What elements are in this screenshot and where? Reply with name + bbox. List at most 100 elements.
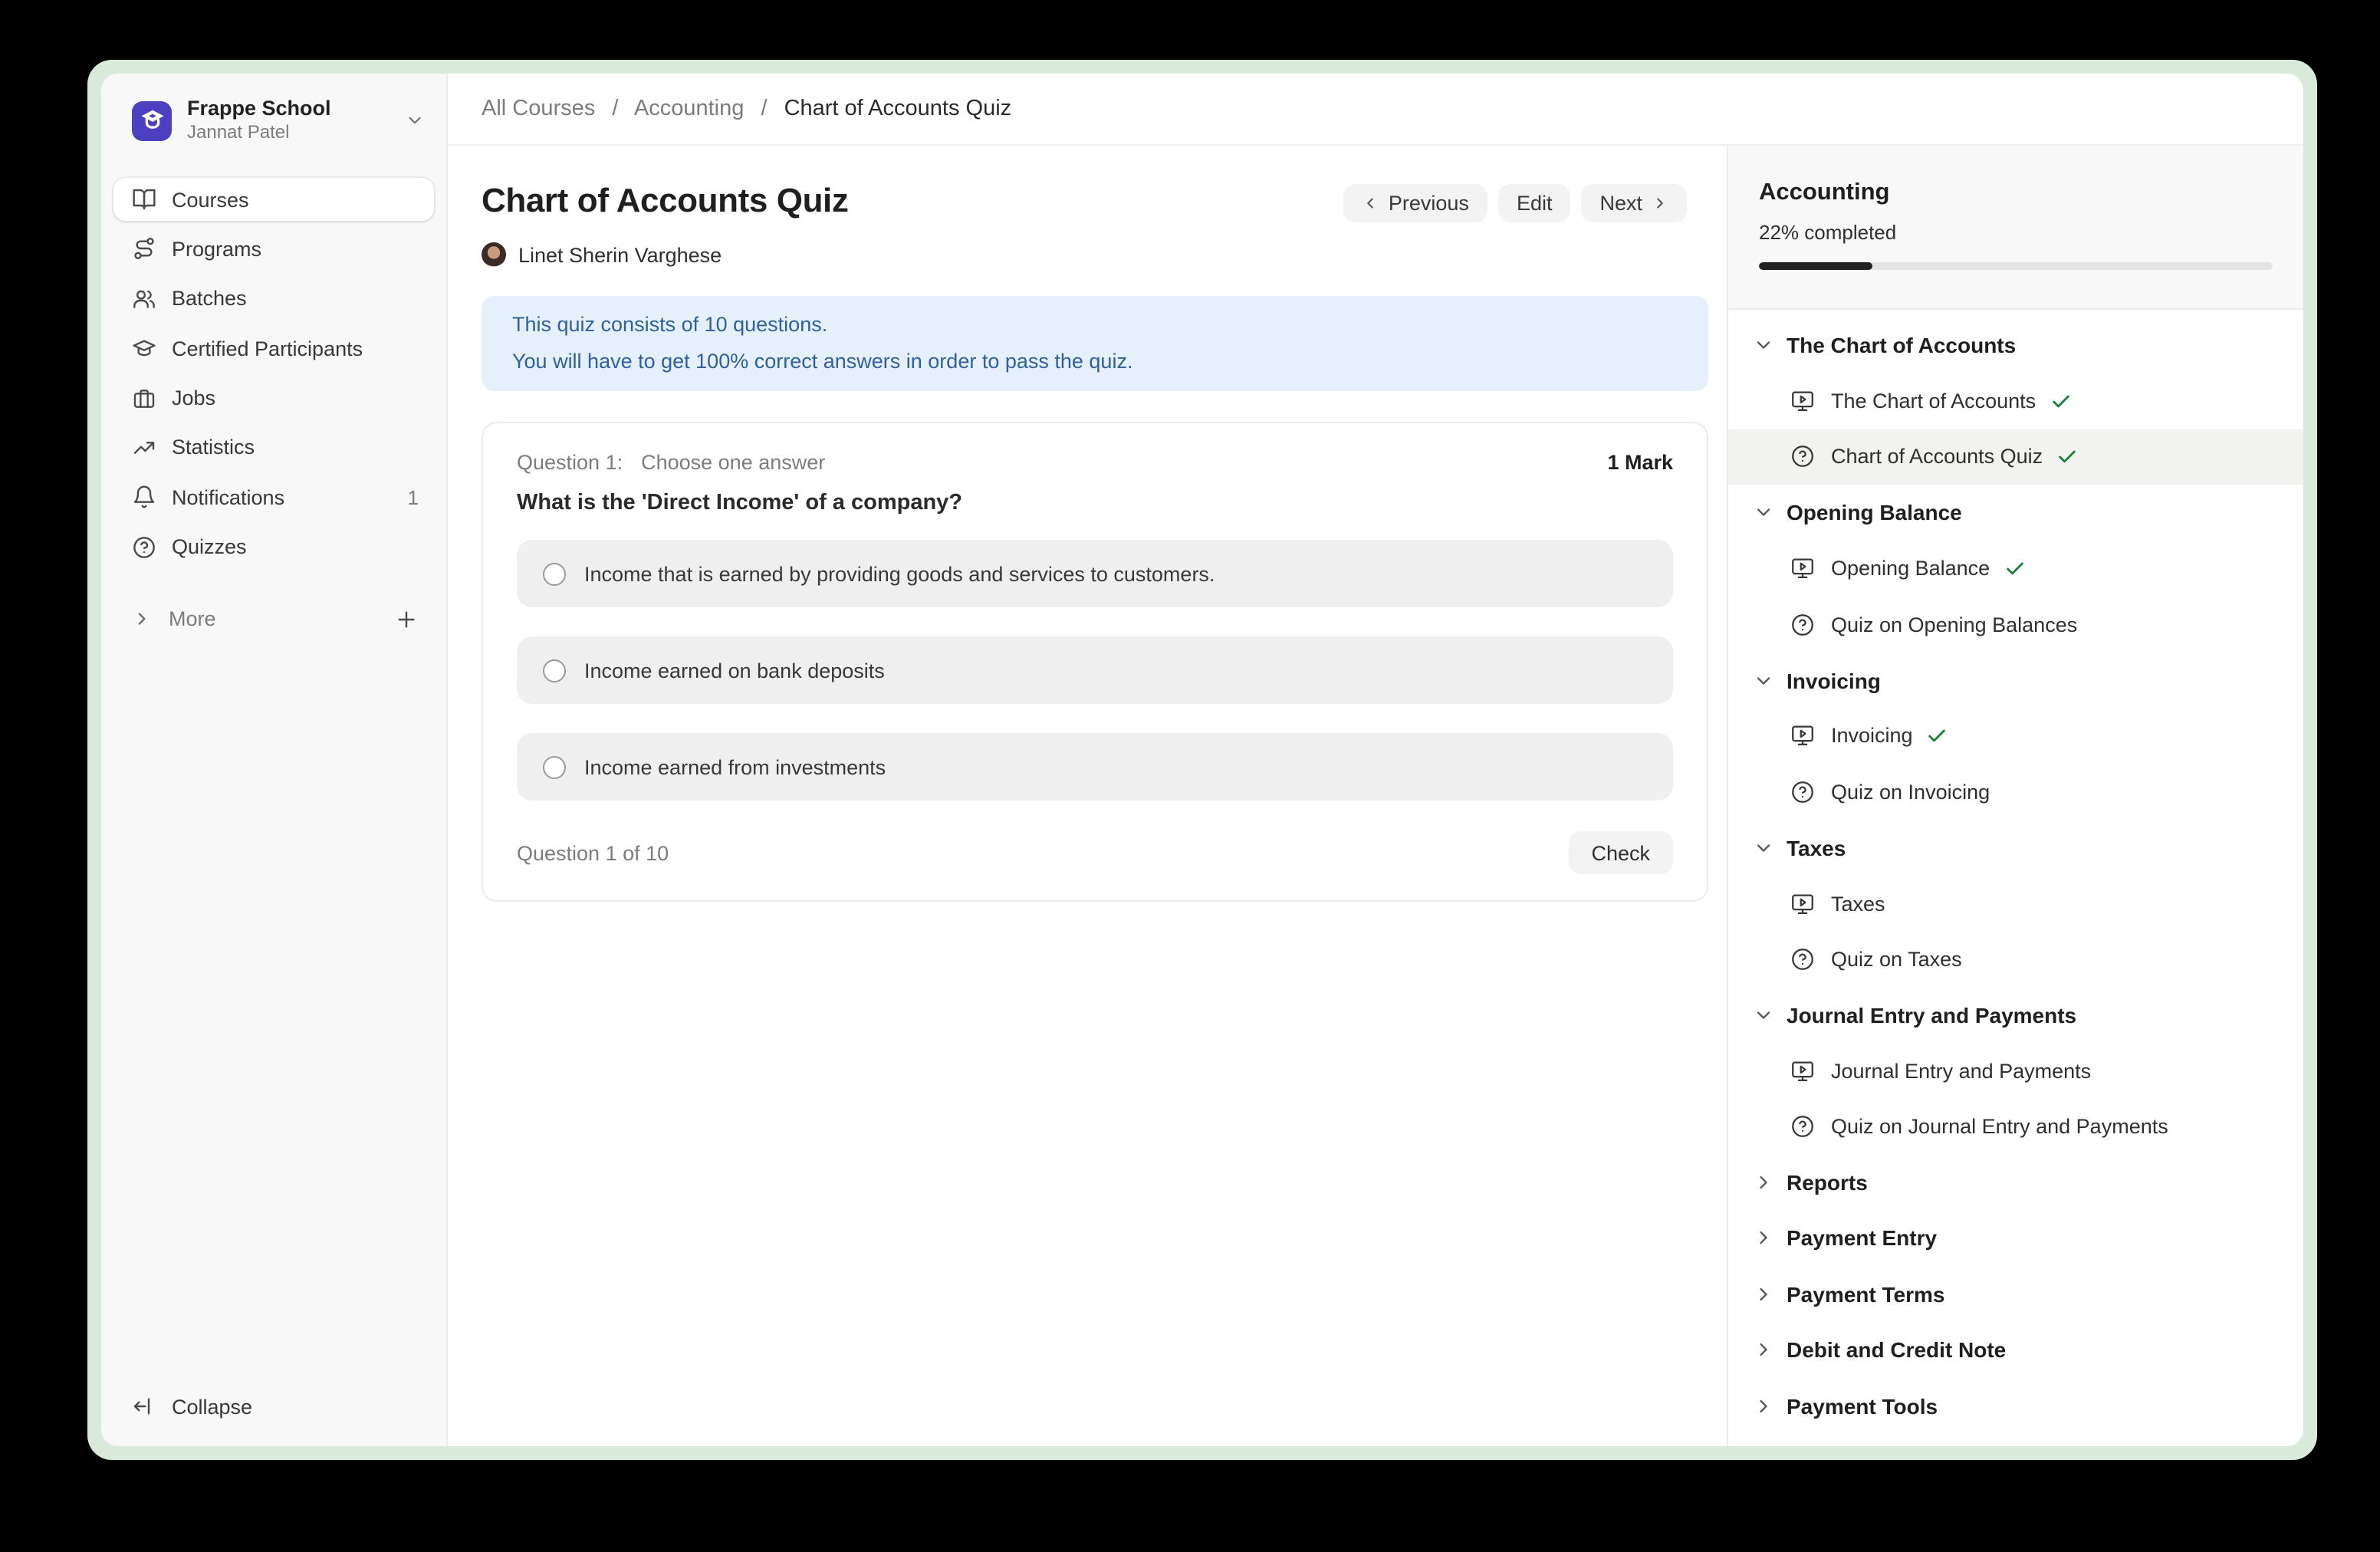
outline-item[interactable]: Opening Balance bbox=[1728, 485, 2303, 541]
check-button[interactable]: Check bbox=[1568, 831, 1673, 874]
outline-item[interactable]: Quiz on Taxes bbox=[1728, 932, 2303, 988]
bell-icon bbox=[132, 485, 156, 510]
app-window-frame: Frappe School Jannat Patel Courses Progr bbox=[87, 60, 2317, 1460]
answer-options: Income that is earned by providing goods… bbox=[517, 540, 1673, 801]
chevron-right-icon bbox=[1652, 195, 1668, 212]
quiz-question-icon bbox=[1790, 444, 1816, 470]
outline-item[interactable]: Payment Tools bbox=[1728, 1378, 2303, 1434]
chevron-down-icon bbox=[1753, 669, 1774, 691]
breadcrumb-accounting[interactable]: Accounting bbox=[634, 97, 745, 121]
chevron-right-icon bbox=[1753, 1339, 1774, 1360]
outline-item-label: Taxes bbox=[1831, 892, 1885, 915]
lesson-video-icon bbox=[1790, 556, 1816, 582]
progress-fill bbox=[1759, 262, 1872, 270]
outline-item-label: Invoicing bbox=[1831, 725, 1913, 748]
chevron-down-icon bbox=[1753, 334, 1774, 356]
answer-option-label: Income that is earned by providing goods… bbox=[584, 562, 1215, 585]
outline-item[interactable]: Payment Entry bbox=[1728, 1211, 2303, 1267]
book-open-icon bbox=[132, 187, 156, 212]
outline-item-label: Taxes bbox=[1787, 835, 1846, 860]
sidebar-collapse-label: Collapse bbox=[172, 1395, 252, 1418]
outline-item[interactable]: Opening Balance bbox=[1728, 541, 2303, 597]
sidebar-item-notifications[interactable]: Notifications 1 bbox=[113, 476, 434, 519]
outline-item[interactable]: Payment Terms bbox=[1728, 1266, 2303, 1322]
chevron-right-icon bbox=[1753, 1284, 1774, 1305]
breadcrumb-all-courses[interactable]: All Courses bbox=[482, 97, 595, 121]
chevron-right-icon bbox=[1753, 1228, 1774, 1249]
outline-item[interactable]: Quiz on Invoicing bbox=[1728, 764, 2303, 820]
outline-item-label: The Chart of Accounts bbox=[1787, 333, 2016, 357]
previous-button[interactable]: Previous bbox=[1344, 184, 1488, 222]
author-avatar bbox=[482, 242, 506, 267]
sidebar-item-courses[interactable]: Courses bbox=[113, 178, 434, 221]
outline-item[interactable]: Taxes bbox=[1728, 820, 2303, 876]
lesson-video-icon bbox=[1790, 723, 1816, 749]
outline-item-label: Opening Balance bbox=[1831, 557, 1990, 580]
sidebar-item-label: Batches bbox=[172, 288, 247, 311]
answer-option[interactable]: Income earned from investments bbox=[517, 733, 1673, 801]
main-content: Chart of Accounts Quiz Linet Sherin Varg… bbox=[448, 146, 1727, 1446]
brand-text: Frappe School Jannat Patel bbox=[187, 97, 405, 144]
outline-item[interactable]: The Chart of Accounts bbox=[1728, 373, 2303, 429]
left-sidebar: Frappe School Jannat Patel Courses Progr bbox=[101, 74, 448, 1446]
sidebar-more-label: More bbox=[169, 607, 216, 630]
sidebar-item-certified-participants[interactable]: Certified Participants bbox=[113, 327, 434, 370]
sidebar-collapse-button[interactable]: Collapse bbox=[113, 1385, 434, 1428]
add-icon[interactable] bbox=[394, 607, 419, 631]
outline-item[interactable]: Quiz on Opening Balances bbox=[1728, 597, 2303, 653]
question-instruction: Choose one answer bbox=[641, 451, 825, 474]
quiz-card-footer: Question 1 of 10 Check bbox=[517, 831, 1673, 874]
course-progress-bar bbox=[1759, 262, 2273, 270]
question-number-label: Question 1: bbox=[517, 451, 623, 474]
sidebar-item-jobs[interactable]: Jobs bbox=[113, 376, 434, 419]
outline-item[interactable]: Debit and Credit Note bbox=[1728, 1322, 2303, 1378]
outline-item[interactable]: Chart of Accounts Quiz bbox=[1728, 429, 2303, 485]
sidebar-item-label: Notifications bbox=[172, 486, 284, 509]
outline-item-label: Quiz on Opening Balances bbox=[1831, 613, 2077, 636]
sidebar-item-statistics[interactable]: Statistics bbox=[113, 426, 434, 469]
check-icon bbox=[1927, 725, 1948, 747]
outline-item[interactable]: Journal Entry and Payments bbox=[1728, 1043, 2303, 1099]
radio-icon bbox=[543, 659, 566, 682]
next-button[interactable]: Next bbox=[1581, 184, 1687, 222]
course-title: Accounting bbox=[1759, 178, 2273, 209]
chevron-down-icon bbox=[1753, 1005, 1774, 1026]
answer-option[interactable]: Income that is earned by providing goods… bbox=[517, 540, 1673, 607]
outline-item[interactable]: Taxes bbox=[1728, 876, 2303, 932]
chevron-left-icon bbox=[1363, 195, 1379, 212]
outline-item-label: Opening Balance bbox=[1787, 501, 1962, 525]
course-outline-sidebar: Accounting 22% completed bbox=[1727, 146, 2303, 1446]
workspace-switcher[interactable]: Frappe School Jannat Patel bbox=[101, 74, 446, 163]
sidebar-more[interactable]: More bbox=[132, 607, 216, 630]
outline-item[interactable]: Invoicing bbox=[1728, 708, 2303, 764]
page-title: Chart of Accounts Quiz bbox=[482, 179, 848, 222]
edit-button[interactable]: Edit bbox=[1498, 184, 1571, 222]
quiz-question-icon bbox=[1790, 946, 1816, 972]
help-circle-icon bbox=[132, 534, 156, 559]
outline-item[interactable]: Journal Entry and Payments bbox=[1728, 987, 2303, 1043]
outline-item[interactable]: Invoicing bbox=[1728, 653, 2303, 709]
sidebar-item-batches[interactable]: Batches bbox=[113, 278, 434, 321]
check-icon bbox=[2004, 558, 2025, 580]
outline-item-label: Journal Entry and Payments bbox=[1831, 1060, 2091, 1083]
sidebar-item-quizzes[interactable]: Quizzes bbox=[113, 525, 434, 568]
sidebar-more-row: More bbox=[113, 597, 434, 640]
outline-item[interactable]: The Chart of Accounts bbox=[1728, 317, 2303, 373]
outline-header: Accounting 22% completed bbox=[1728, 146, 2303, 310]
briefcase-icon bbox=[132, 386, 156, 410]
outline-item-label: Payment Tools bbox=[1787, 1393, 1938, 1418]
breadcrumb-separator: / bbox=[612, 97, 618, 121]
chevron-right-icon bbox=[1753, 1172, 1774, 1193]
course-progress-label: 22% completed bbox=[1759, 221, 2273, 244]
outline-item[interactable]: Quiz on Journal Entry and Payments bbox=[1728, 1099, 2303, 1155]
outline-item[interactable]: Reports bbox=[1728, 1155, 2303, 1211]
main-region: All Courses / Accounting / Chart of Acco… bbox=[448, 74, 2303, 1446]
quiz-question-icon bbox=[1790, 611, 1816, 637]
body: Chart of Accounts Quiz Linet Sherin Varg… bbox=[448, 146, 2303, 1446]
sidebar-item-programs[interactable]: Programs bbox=[113, 228, 434, 271]
answer-option[interactable]: Income earned on bank deposits bbox=[517, 636, 1673, 704]
sidebar-item-label: Programs bbox=[172, 238, 261, 261]
author-name: Linet Sherin Varghese bbox=[518, 243, 722, 266]
check-icon bbox=[2056, 446, 2078, 468]
outline-item-label: Quiz on Taxes bbox=[1831, 948, 1962, 971]
